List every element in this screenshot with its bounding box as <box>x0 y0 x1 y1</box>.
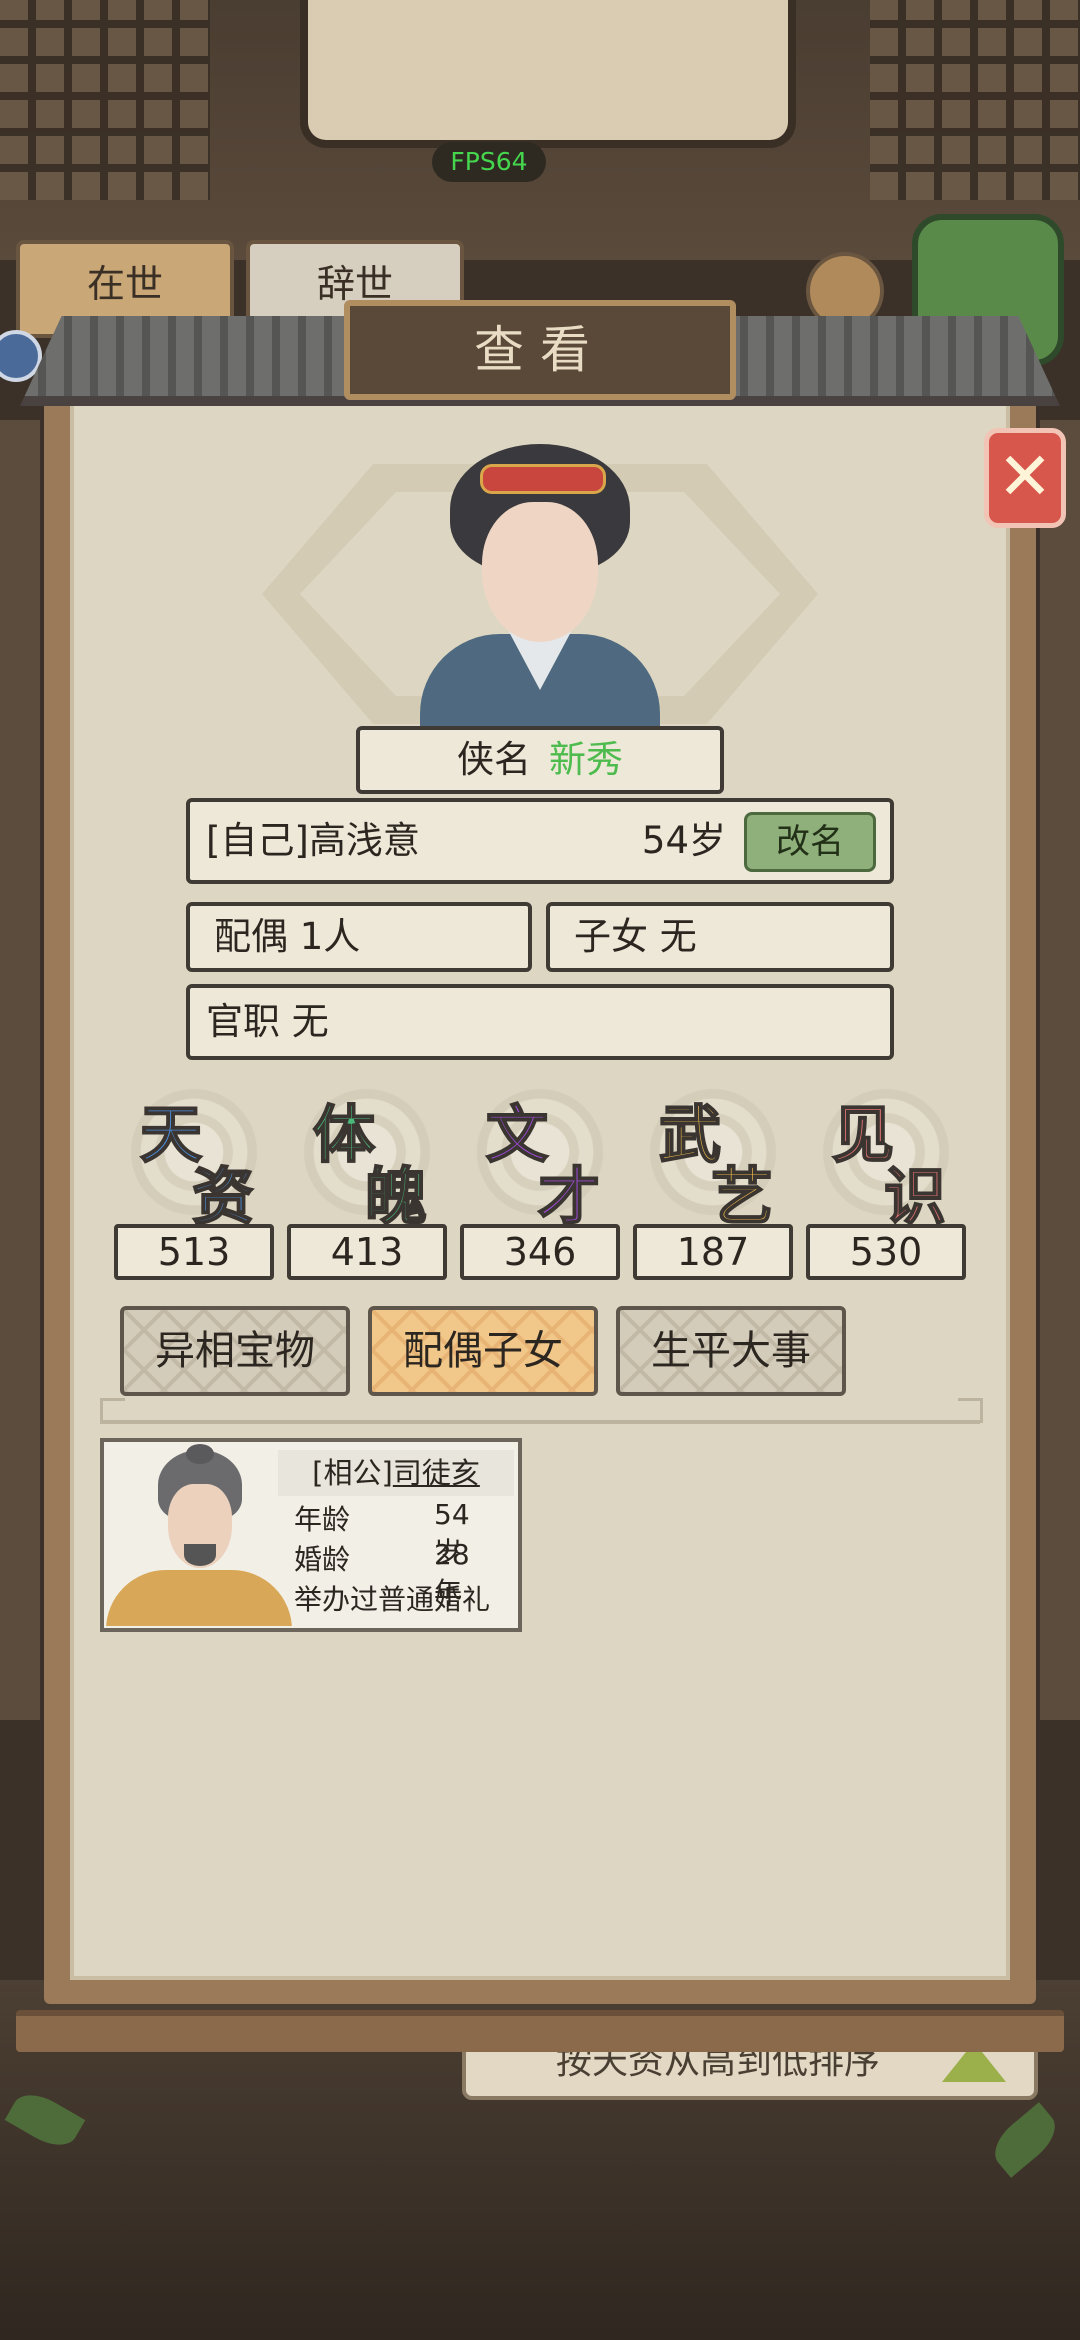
children-value: 无 <box>659 915 697 958</box>
tab-treasures[interactable]: 异相宝物 <box>120 1306 350 1396</box>
portrait-headdress <box>480 464 606 494</box>
stat-insight: 见 识 530 <box>806 1084 966 1284</box>
spouse-label: 配偶 <box>214 915 288 958</box>
stat-physique: 体 魄 413 <box>287 1084 447 1284</box>
fps-counter: FPS64 <box>432 142 546 182</box>
background-painting <box>300 0 796 148</box>
character-name: [自己]高浅意 <box>206 819 420 862</box>
spouse-hair-bun <box>186 1444 214 1464</box>
left-side-list <box>0 420 40 1720</box>
spouse-portrait <box>106 1444 292 1626</box>
stat-char: 才 <box>537 1159 601 1234</box>
title-value: 新秀 <box>549 738 623 781</box>
stat-value: 187 <box>633 1224 793 1280</box>
stat-talent: 天 资 513 <box>114 1084 274 1284</box>
spouse-name[interactable]: 司徒亥 <box>393 1456 480 1490</box>
marriage-years-row: 婚龄 28年 <box>294 1538 470 1609</box>
stat-value: 530 <box>806 1224 966 1280</box>
dialog-title: 查看 <box>344 300 736 400</box>
character-age: 54岁 <box>641 819 726 862</box>
portrait-face <box>482 502 598 642</box>
close-x-icon: ✕ <box>997 438 1053 515</box>
spouse-row: 配偶 1人 <box>186 902 532 972</box>
divider-corner <box>958 1398 983 1423</box>
office-label: 官职 <box>206 1000 280 1043</box>
ceremony-text: 举办过普通婚礼 <box>294 1583 491 1616</box>
stat-char: 艺 <box>710 1159 774 1234</box>
spouse-beard <box>184 1544 216 1566</box>
divider-corner <box>100 1398 125 1423</box>
office-value: 无 <box>291 1000 329 1043</box>
stat-value: 513 <box>114 1224 274 1280</box>
spouse-value: 1人 <box>299 915 361 958</box>
right-side-list <box>1040 420 1080 1720</box>
title-box: 侠名 新秀 <box>356 726 724 794</box>
title-label: 侠名 <box>457 738 531 781</box>
section-divider <box>100 1420 980 1424</box>
marriage-years-label: 婚龄 <box>294 1543 351 1576</box>
spouse-robe <box>106 1570 292 1626</box>
spouse-title: [相公]司徒亥 <box>278 1450 514 1496</box>
spouse-relation: [相公] <box>312 1456 393 1490</box>
children-label: 子女 <box>574 915 648 958</box>
stat-value: 413 <box>287 1224 447 1280</box>
dialog-base-decoration <box>16 2010 1064 2052</box>
window-lattice-right <box>870 0 1080 200</box>
spouse-card[interactable]: [相公]司徒亥 年龄 54岁 婚龄 28年 举办过普通婚礼 <box>100 1438 522 1632</box>
stat-char: 魄 <box>364 1159 428 1234</box>
children-row: 子女 无 <box>546 902 894 972</box>
stat-char: 资 <box>191 1159 255 1234</box>
window-lattice-left <box>0 0 210 200</box>
name-row: [自己]高浅意 54岁 改名 <box>186 798 894 884</box>
office-row: 官职 无 <box>186 984 894 1060</box>
rename-button[interactable]: 改名 <box>744 812 876 872</box>
character-portrait <box>410 434 670 734</box>
spouse-age-label: 年龄 <box>294 1503 351 1536</box>
stat-literary: 文 才 346 <box>460 1084 620 1284</box>
tab-life-events[interactable]: 生平大事 <box>616 1306 846 1396</box>
stat-value: 346 <box>460 1224 620 1280</box>
stat-martial: 武 艺 187 <box>633 1084 793 1284</box>
tab-spouse-children[interactable]: 配偶子女 <box>368 1306 598 1396</box>
close-button[interactable]: ✕ <box>984 428 1066 528</box>
stat-char: 识 <box>883 1159 947 1234</box>
spouse-age-row: 年龄 54岁 <box>294 1498 470 1569</box>
